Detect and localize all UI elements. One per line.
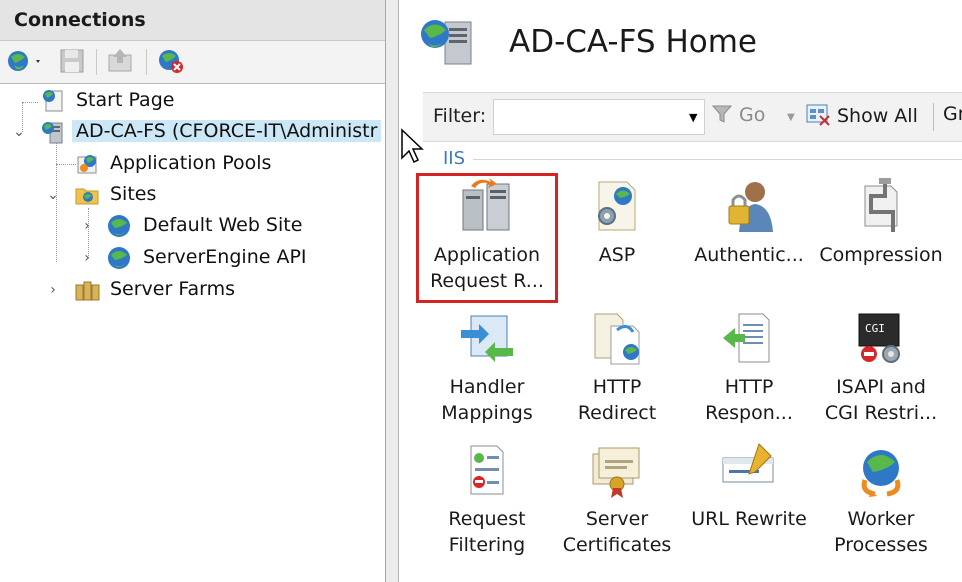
tree-label-server: AD-CA-FS (CFORCE-IT\Administr	[72, 120, 382, 142]
tree-item-server-farms[interactable]: › Server Farms	[0, 276, 385, 304]
tree-label-server-farms: Server Farms	[110, 278, 236, 300]
compression-icon	[864, 178, 898, 232]
feature-label: ISAPI and CGI Restri...	[824, 376, 938, 424]
feature-label: Worker Processes	[834, 508, 928, 556]
features-view: AD-CA-FS Home Filter: ▼ Go ▼ Show All Gr…	[398, 0, 962, 582]
connect-icon[interactable]	[6, 47, 46, 75]
show-all-button[interactable]: Show All	[805, 103, 918, 127]
go-label: Go	[739, 104, 766, 126]
feature-asp[interactable]: ASP	[549, 176, 685, 300]
certificates-icon	[592, 447, 640, 498]
connections-toolbar	[0, 41, 385, 84]
asp-icon	[598, 181, 636, 231]
toolbar-separator	[96, 49, 97, 75]
worker-processes-icon	[861, 450, 901, 497]
tree-label-serverengine-api: ServerEngine API	[143, 246, 307, 268]
application-pools-icon	[77, 155, 97, 174]
funnel-icon	[711, 105, 733, 123]
group-by-button[interactable]: Gr	[943, 103, 962, 125]
section-divider	[473, 159, 962, 160]
delete-connection-icon[interactable]	[154, 47, 188, 75]
authentication-icon	[728, 182, 773, 232]
feature-label: Server Certificates	[562, 508, 672, 556]
tree-label-start-page: Start Page	[76, 89, 175, 111]
svg-text:CGI: CGI	[865, 322, 885, 335]
feature-label: ASP	[598, 244, 636, 266]
filter-label: Filter:	[433, 105, 487, 127]
isapi-cgi-icon: CGI	[858, 313, 900, 363]
up-icon[interactable]	[104, 47, 136, 75]
filter-bar: Filter: ▼ Go ▼ Show All Gr	[423, 92, 962, 142]
tree-label-sites: Sites	[110, 183, 157, 205]
http-redirect-icon	[594, 313, 640, 365]
feature-worker-processes[interactable]: Worker Processes	[813, 440, 949, 564]
connections-pane: Connections Start Page ⌄ AD-CA-FS (CFORC…	[0, 0, 386, 582]
chevron-right-icon[interactable]: ›	[80, 251, 94, 265]
feature-url-rewrite[interactable]: URL Rewrite	[681, 440, 817, 564]
feature-request-filtering[interactable]: Request Filtering	[419, 440, 555, 564]
save-icon[interactable]	[58, 47, 86, 75]
handler-mappings-icon	[461, 315, 513, 362]
tree-label-application-pools: Application Pools	[110, 152, 272, 174]
feature-label: HTTP Respon...	[705, 376, 793, 424]
tree-item-serverengine-api[interactable]: › ServerEngine API	[0, 244, 385, 272]
sites-folder-icon	[75, 188, 99, 205]
feature-label: URL Rewrite	[691, 508, 807, 530]
feature-isapi-cgi-restrictions[interactable]: CGI ISAPI and CGI Restri...	[813, 308, 949, 432]
arr-server-icon	[462, 178, 510, 231]
feature-handler-mappings[interactable]: Handler Mappings	[419, 308, 555, 432]
server-farms-icon	[75, 281, 100, 301]
globe-icon	[108, 247, 130, 269]
chevron-right-icon[interactable]: ›	[80, 219, 94, 233]
server-home-icon	[421, 20, 472, 65]
connections-header: Connections	[0, 0, 385, 41]
http-response-icon	[723, 313, 770, 363]
filter-input[interactable]	[493, 99, 705, 135]
tree-item-sites[interactable]: ⌄ Sites	[0, 181, 385, 209]
toolbar-separator	[933, 103, 934, 131]
tree-item-server[interactable]: ⌄ AD-CA-FS (CFORCE-IT\Administr	[0, 118, 385, 146]
request-filtering-icon	[470, 445, 504, 495]
pane-splitter[interactable]	[386, 0, 398, 582]
tree-item-application-pools[interactable]: Application Pools	[0, 150, 385, 178]
feature-server-certificates[interactable]: Server Certificates	[549, 440, 685, 564]
connections-tree: Start Page ⌄ AD-CA-FS (CFORCE-IT\Adminis…	[0, 84, 385, 582]
feature-compression[interactable]: Compression	[813, 176, 949, 300]
server-icon	[42, 122, 63, 144]
show-all-label: Show All	[837, 105, 918, 127]
tree-item-default-web-site[interactable]: › Default Web Site	[0, 212, 385, 240]
tree-label-default-web-site: Default Web Site	[143, 214, 303, 236]
feature-label: HTTP Redirect	[577, 376, 657, 424]
feature-label: Request Filtering	[448, 508, 526, 556]
feature-label: Compression	[819, 244, 943, 266]
start-page-icon	[43, 90, 63, 112]
connections-title: Connections	[14, 9, 146, 31]
feature-label: Handler Mappings	[441, 376, 533, 424]
page-title: AD-CA-FS Home	[509, 24, 757, 60]
feature-application-request-routing[interactable]: Application Request R...	[416, 173, 558, 303]
feature-http-response-headers[interactable]: HTTP Respon...	[681, 308, 817, 432]
feature-http-redirect[interactable]: HTTP Redirect	[549, 308, 685, 432]
go-button[interactable]: Go	[711, 103, 765, 126]
chevron-down-icon[interactable]: ⌄	[12, 125, 26, 139]
globe-icon	[108, 215, 130, 237]
chevron-right-icon[interactable]: ›	[46, 283, 60, 297]
go-dropdown-icon[interactable]: ▼	[787, 112, 795, 123]
chevron-down-icon[interactable]: ⌄	[46, 188, 60, 202]
filter-dropdown-icon[interactable]: ▼	[689, 111, 697, 124]
toolbar-separator	[146, 49, 147, 75]
tree-item-start-page[interactable]: Start Page	[0, 87, 385, 115]
mouse-cursor-icon	[401, 128, 424, 164]
feature-authentication[interactable]: Authentic...	[681, 176, 817, 300]
show-all-icon	[806, 104, 830, 126]
url-rewrite-icon	[722, 443, 774, 483]
feature-label: Authentic...	[694, 244, 804, 266]
section-label-iis: IIS	[443, 148, 466, 169]
feature-label: Application Request R...	[430, 244, 544, 292]
